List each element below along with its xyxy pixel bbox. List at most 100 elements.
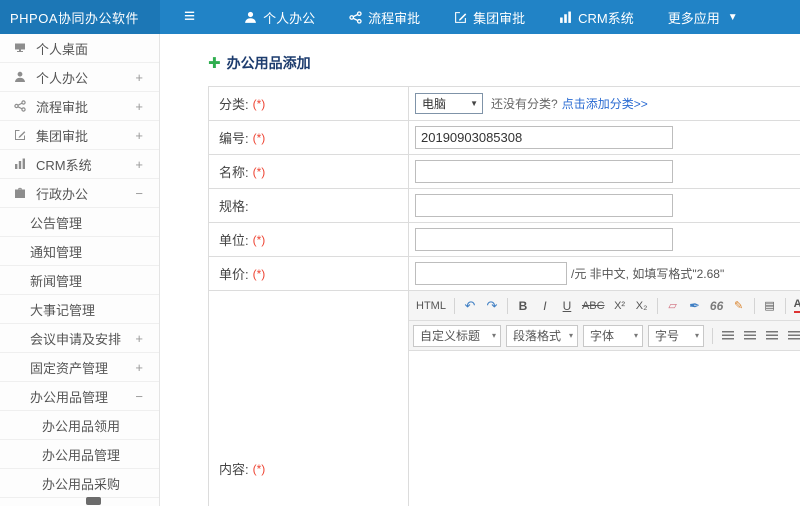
blockquote-button[interactable]: 66 — [707, 295, 727, 317]
remove-format-button[interactable]: ▱ — [663, 295, 683, 317]
expand-icon[interactable]: + — [135, 360, 143, 375]
sidebar-item-personal-desktop[interactable]: 个人桌面 — [0, 34, 159, 63]
unit-input[interactable] — [415, 228, 673, 251]
select-value: 电脑 — [422, 97, 447, 111]
align-left-button[interactable] — [718, 325, 738, 347]
align-center-button[interactable] — [740, 325, 760, 347]
name-field — [409, 155, 800, 188]
label-text: 名称: — [219, 165, 249, 180]
label-text: 单价: — [219, 267, 249, 282]
sidebar-item-label: 办公用品采购 — [42, 476, 121, 492]
name-input[interactable] — [415, 160, 673, 183]
sidebar-scrollbar-thumb[interactable] — [86, 497, 101, 505]
toolbar-divider — [712, 327, 713, 344]
sidebar-item-workflow-approval[interactable]: 流程审批 + — [0, 92, 159, 121]
format-painter-button[interactable]: ✒ — [685, 295, 705, 317]
paragraph-format-select[interactable]: 段落格式 ▾ — [506, 324, 578, 347]
expand-icon[interactable]: + — [135, 99, 143, 114]
nav-personal-office[interactable]: 个人办公 — [227, 0, 332, 34]
insert-table-button[interactable]: ▤ — [760, 295, 780, 317]
font-size-select[interactable]: 字号 ▾ — [648, 324, 704, 347]
custom-title-select[interactable]: 自定义标题 ▾ — [413, 324, 501, 347]
editor-content-area[interactable] — [409, 351, 800, 506]
redo-button[interactable]: ↷ — [482, 295, 502, 317]
edit-icon — [14, 129, 28, 142]
price-input[interactable] — [415, 262, 567, 285]
name-label: 名称: (*) — [209, 155, 409, 188]
label-text: 规格: — [219, 199, 249, 214]
expand-icon[interactable]: + — [135, 331, 143, 346]
font-color-button[interactable]: A ▾ — [791, 295, 800, 317]
code-field — [409, 121, 800, 154]
sidebar-item-supplies-claim[interactable]: 办公用品领用 — [0, 411, 159, 440]
select-arrow-icon: ▼ — [470, 99, 478, 108]
sidebar-item-personal-office[interactable]: 个人办公 + — [0, 63, 159, 92]
person-icon — [244, 11, 257, 24]
toolbar-divider — [784, 297, 786, 314]
expand-icon[interactable]: + — [135, 128, 143, 143]
form-row-code: 编号: (*) — [209, 121, 800, 155]
nav-more-apps[interactable]: 更多应用 ▼ — [651, 0, 755, 34]
pencil-button[interactable]: ✎ — [729, 295, 749, 317]
select-label: 字体 — [590, 329, 615, 343]
strikethrough-button[interactable]: ABC — [579, 295, 608, 317]
label-text: 单位: — [219, 233, 249, 248]
editor-toolbar-row2: 自定义标题 ▾ 段落格式 ▾ 字体 ▾ 字号 ▾ — [409, 321, 800, 351]
code-input[interactable] — [415, 126, 673, 149]
sidebar-item-news-mgmt[interactable]: 新闻管理 — [0, 266, 159, 295]
sidebar-item-office-supplies-mgmt[interactable]: 办公用品管理 − — [0, 382, 159, 411]
font-color-icon: A — [793, 298, 800, 313]
nav-workflow-approval[interactable]: 流程审批 — [332, 0, 437, 34]
spec-field — [409, 189, 800, 222]
select-label: 自定义标题 — [420, 329, 481, 343]
align-justify-icon — [788, 331, 800, 340]
form-row-unit: 单位: (*) — [209, 223, 800, 257]
nav-crm-system[interactable]: CRM系统 — [542, 0, 651, 34]
spec-input[interactable] — [415, 194, 673, 217]
align-justify-button[interactable] — [784, 325, 800, 347]
select-label: 段落格式 — [513, 329, 562, 343]
top-nav-menu: 个人办公 流程审批 集团审批 CRM系统 更多应用 ▼ — [227, 0, 755, 34]
bold-button[interactable]: B — [513, 295, 533, 317]
collapse-icon[interactable]: − — [135, 186, 143, 201]
expand-icon[interactable]: + — [135, 70, 143, 85]
sidebar-item-label: 集团审批 — [36, 128, 89, 144]
menu-icon[interactable]: ≡ — [160, 0, 219, 34]
sidebar-item-memorabilia-mgmt[interactable]: 大事记管理 — [0, 295, 159, 324]
sidebar-item-supplies-purchase[interactable]: 办公用品采购 — [0, 469, 159, 498]
caret-down-icon: ▾ — [491, 331, 496, 340]
align-right-button[interactable] — [762, 325, 782, 347]
nav-group-approval[interactable]: 集团审批 — [437, 0, 542, 34]
label-text: 内容: — [219, 462, 249, 477]
sidebar-item-crm[interactable]: CRM系统 + — [0, 150, 159, 179]
collapse-icon[interactable]: − — [135, 389, 143, 404]
sidebar-item-announcement-mgmt[interactable]: 公告管理 — [0, 208, 159, 237]
sidebar-item-fixed-assets-mgmt[interactable]: 固定资产管理 + — [0, 353, 159, 382]
sidebar-item-supplies-manage[interactable]: 办公用品管理 — [0, 440, 159, 469]
add-category-link[interactable]: 点击添加分类>> — [562, 95, 648, 112]
page-header: ✚ 办公用品添加 — [208, 52, 800, 74]
expand-icon[interactable]: + — [135, 157, 143, 172]
content-field: HTML ↶ ↷ B I U ABC X² X₂ ▱ ✒ 66 ✎ ▤ A 自定… — [409, 291, 800, 506]
subscript-button[interactable]: X₂ — [632, 295, 652, 317]
undo-button[interactable]: ↶ — [460, 295, 480, 317]
category-select[interactable]: 电脑 ▼ — [415, 93, 483, 114]
sidebar-item-meeting-request[interactable]: 会议申请及安排 + — [0, 324, 159, 353]
underline-button[interactable]: U — [557, 295, 577, 317]
required-mark: (*) — [252, 266, 266, 281]
sidebar-item-label: 行政办公 — [36, 186, 89, 202]
edit-icon — [454, 11, 467, 24]
superscript-button[interactable]: X² — [610, 295, 630, 317]
sidebar-item-label: 会议申请及安排 — [30, 331, 122, 347]
html-source-button[interactable]: HTML — [413, 295, 449, 317]
font-family-select[interactable]: 字体 ▾ — [583, 324, 643, 347]
sidebar-item-group-approval[interactable]: 集团审批 + — [0, 121, 159, 150]
toolbar-divider — [656, 297, 658, 314]
add-icon: ✚ — [208, 54, 221, 72]
chart-bars-icon — [14, 158, 28, 171]
caret-down-icon: ▾ — [568, 331, 573, 340]
italic-button[interactable]: I — [535, 295, 555, 317]
sidebar-item-notice-mgmt[interactable]: 通知管理 — [0, 237, 159, 266]
sidebar-item-admin-office[interactable]: 行政办公 − — [0, 179, 159, 208]
app-logo[interactable]: PHPOA协同办公软件 — [0, 0, 160, 34]
